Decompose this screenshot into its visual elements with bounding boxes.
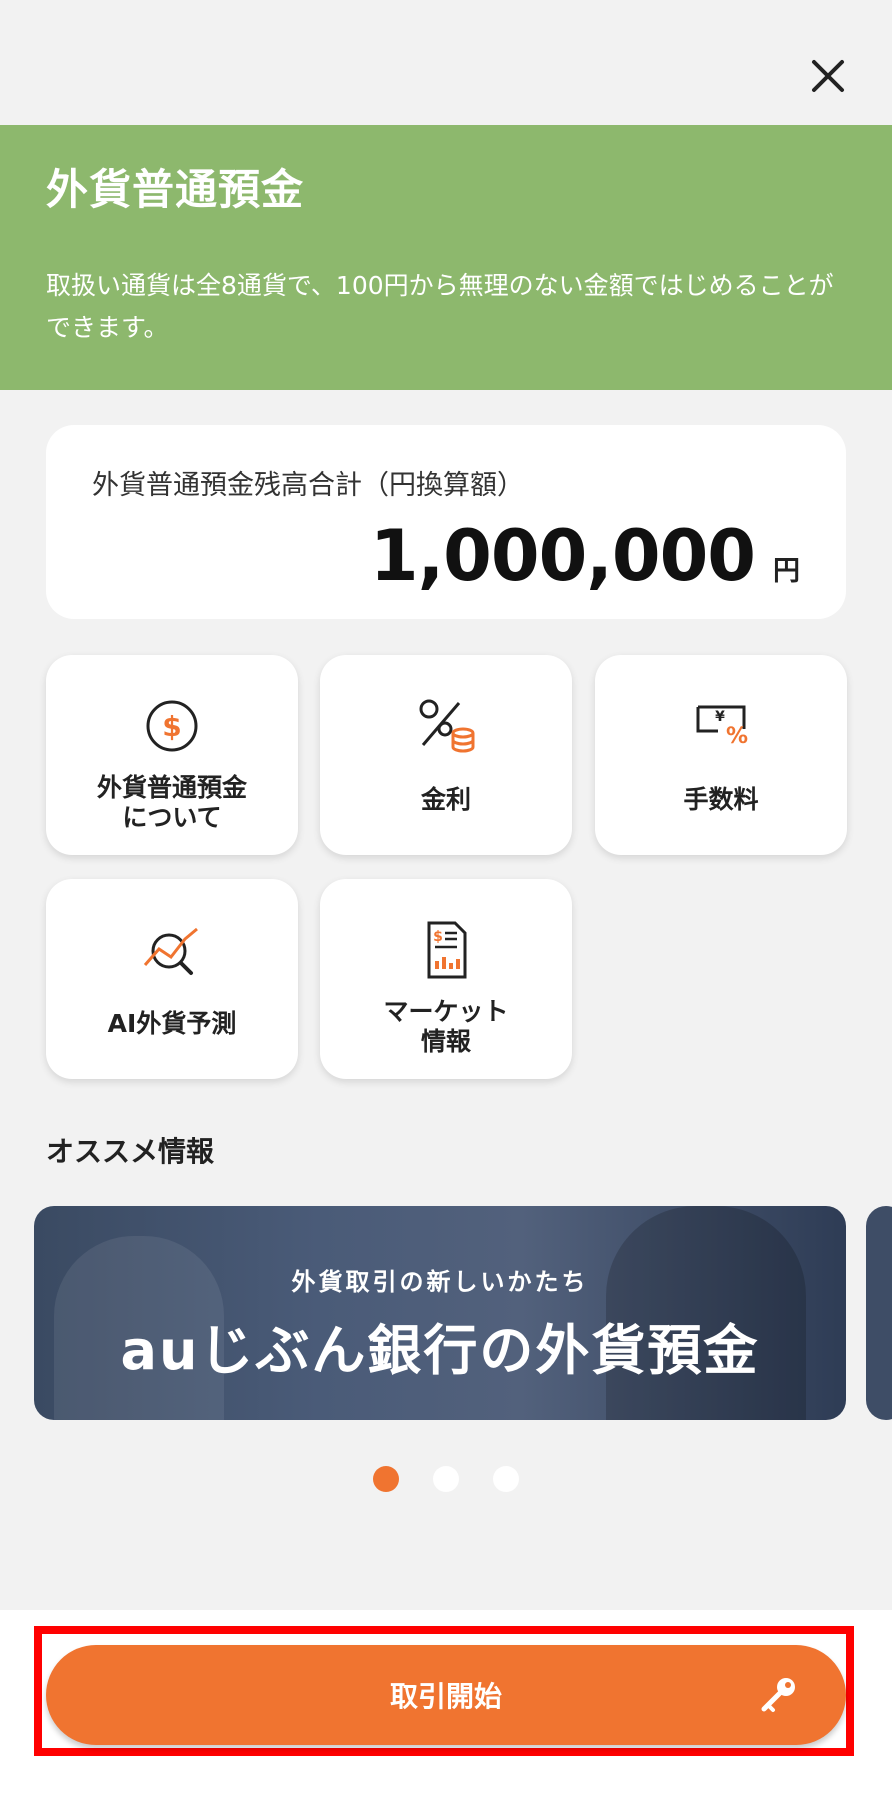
tile-about-foreign-deposit[interactable]: $ 外貨普通預金 について — [46, 655, 298, 855]
balance-amount: 1,000,000 円 — [370, 515, 800, 597]
hero-description: 取扱い通貨は全8通貨で、100円から無理のない金額ではじめることができます。 — [46, 271, 834, 343]
balance-value: 1,000,000 — [369, 515, 756, 597]
close-icon — [812, 60, 844, 92]
balance-label: 外貨普通預金残高合計（円換算額） — [92, 470, 524, 501]
tile-interest-rate[interactable]: 金利 — [320, 655, 572, 855]
interest-rate-icon — [419, 699, 475, 753]
start-trading-label: 取引開始 — [389, 1680, 502, 1713]
svg-text:$: $ — [433, 929, 443, 945]
svg-text:¥: ¥ — [715, 709, 725, 725]
pagination-dot-1[interactable] — [373, 1466, 399, 1492]
promo-banner[interactable]: 外貨取引の新しいかたち auじぶん銀行の外貨預金 — [34, 1206, 846, 1420]
start-trading-button[interactable]: 取引開始 — [46, 1645, 846, 1745]
ai-forecast-icon — [143, 927, 198, 975]
fee-icon: ¥ % — [696, 705, 748, 749]
close-button[interactable] — [804, 52, 852, 100]
next-banner-peek[interactable] — [866, 1206, 892, 1420]
pagination-dot-2[interactable] — [433, 1466, 459, 1492]
tile-label: AI外貨予測 — [107, 1009, 237, 1038]
balance-unit: 円 — [773, 556, 800, 587]
svg-text:$: $ — [162, 710, 181, 743]
page-title: 外貨普通預金 — [46, 165, 305, 214]
tile-label: 外貨普通預金 について — [96, 773, 247, 832]
key-icon — [761, 1678, 795, 1712]
pagination-dot-3[interactable] — [493, 1466, 519, 1492]
tile-fees[interactable]: ¥ % 手数料 — [595, 655, 847, 855]
tile-market-info[interactable]: $ マーケット 情報 — [320, 879, 572, 1079]
dollar-circle-icon: $ — [146, 700, 198, 752]
banner-headline: auじぶん銀行の外貨預金 — [120, 1319, 760, 1382]
market-report-icon: $ — [427, 921, 467, 979]
hero-banner: 外貨普通預金 取扱い通貨は全8通貨で、100円から無理のない金額ではじめることが… — [0, 125, 892, 390]
tile-label: 金利 — [420, 785, 471, 814]
tile-ai-forecast[interactable]: AI外貨予測 — [46, 879, 298, 1079]
top-bar — [0, 0, 892, 125]
balance-card: 外貨普通預金残高合計（円換算額） 1,000,000 円 — [46, 425, 846, 619]
svg-text:%: % — [726, 724, 748, 749]
banner-subtitle: 外貨取引の新しいかたち — [291, 1268, 589, 1296]
recommend-title: オススメ情報 — [46, 1135, 215, 1168]
tile-label: マーケット 情報 — [383, 997, 509, 1056]
tile-label: 手数料 — [683, 785, 759, 814]
carousel-pagination — [0, 1466, 892, 1492]
